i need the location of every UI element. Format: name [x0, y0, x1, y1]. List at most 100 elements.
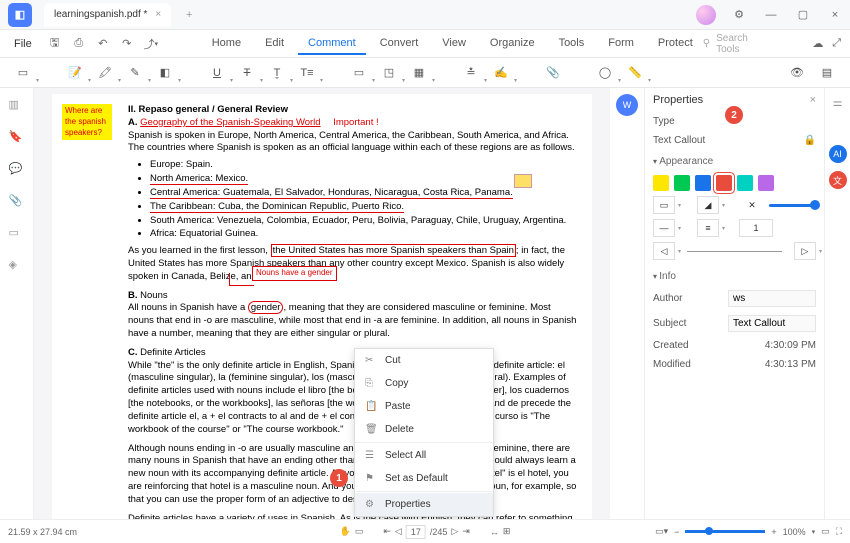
- close-tab-icon[interactable]: ×: [155, 9, 161, 20]
- stamp-tool-icon[interactable]: ≛▾: [458, 62, 484, 84]
- menu-edit[interactable]: Edit: [255, 33, 294, 55]
- no-fill-icon[interactable]: ✕: [741, 196, 763, 214]
- prev-page-icon[interactable]: ◁: [395, 526, 402, 537]
- comments-panel-icon[interactable]: ▤: [814, 62, 840, 84]
- ctx-set-default[interactable]: ⚑Set as Default: [355, 467, 493, 490]
- translate-badge-icon[interactable]: 文: [829, 171, 847, 189]
- page-input[interactable]: 17: [406, 525, 426, 539]
- lock-icon[interactable]: 🔒: [804, 135, 816, 146]
- swatch-red[interactable]: [716, 175, 732, 191]
- menu-view[interactable]: View: [432, 33, 476, 55]
- zoom-in-icon[interactable]: +: [771, 527, 776, 537]
- menu-organize[interactable]: Organize: [480, 33, 545, 55]
- undo-icon[interactable]: ↶: [92, 33, 114, 55]
- document-viewport[interactable]: Where arethe spanishspeakers? II. Repaso…: [34, 88, 610, 535]
- view-mode-icon[interactable]: ▭▾: [655, 526, 668, 537]
- text-callout-annotation[interactable]: Nouns have a gender: [252, 266, 337, 281]
- hand-tool-icon[interactable]: ✋: [340, 526, 351, 537]
- ctx-copy[interactable]: ⎘Copy: [355, 372, 493, 395]
- search-tools[interactable]: ⚲ Search Tools: [703, 33, 751, 55]
- area-highlight-icon[interactable]: ▦▾: [406, 62, 432, 84]
- thickness-picker[interactable]: ≡▾: [697, 219, 719, 237]
- swatch-purple[interactable]: [758, 175, 774, 191]
- minimize-button[interactable]: —: [756, 3, 786, 27]
- fill-color-picker[interactable]: ◢▾: [697, 196, 719, 214]
- pencil-tool-icon[interactable]: ✎▾: [122, 62, 148, 84]
- print-icon[interactable]: ⎙: [68, 33, 90, 55]
- underline-tool-icon[interactable]: U▾: [204, 62, 230, 84]
- bookmarks-icon[interactable]: 🔖: [9, 130, 25, 146]
- zoom-slider[interactable]: [685, 530, 765, 533]
- menu-form[interactable]: Form: [598, 33, 644, 55]
- attachments-icon[interactable]: 📎: [9, 194, 25, 210]
- first-page-icon[interactable]: ⇤: [383, 526, 391, 537]
- measure-tool-icon[interactable]: 📏▾: [622, 62, 648, 84]
- last-page-icon[interactable]: ⇥: [462, 526, 470, 537]
- ctx-select-all[interactable]: ☰Select All: [355, 444, 493, 467]
- menu-convert[interactable]: Convert: [370, 33, 429, 55]
- opacity-slider[interactable]: [769, 204, 816, 207]
- comments-list-icon[interactable]: 💬: [9, 162, 25, 178]
- attachment-tool-icon[interactable]: 📎: [540, 62, 566, 84]
- signature-tool-icon[interactable]: ✍▾: [488, 62, 514, 84]
- thumbnails-icon[interactable]: ▥: [9, 98, 25, 114]
- ai-badge-icon[interactable]: AI: [829, 145, 847, 163]
- menu-comment[interactable]: Comment: [298, 33, 366, 55]
- fullscreen-icon[interactable]: ⛶: [836, 526, 842, 537]
- subject-input[interactable]: [728, 315, 816, 332]
- file-menu[interactable]: File: [6, 38, 40, 50]
- close-panel-icon[interactable]: ×: [810, 94, 816, 106]
- thickness-value[interactable]: 1: [739, 219, 773, 237]
- border-color-picker[interactable]: ▭▾: [653, 196, 675, 214]
- add-tab-button[interactable]: +: [181, 7, 197, 23]
- section-appearance[interactable]: Appearance: [653, 150, 816, 171]
- ctx-paste[interactable]: 📋Paste: [355, 395, 493, 418]
- menu-protect[interactable]: Protect: [648, 33, 703, 55]
- expand-up-icon[interactable]: ⤢: [829, 33, 844, 55]
- fit-page-icon[interactable]: ⊞: [503, 526, 511, 537]
- fit-width-icon[interactable]: ↔: [490, 527, 499, 537]
- layers-icon[interactable]: ◈: [9, 258, 25, 274]
- save-icon[interactable]: 🖫: [44, 33, 66, 55]
- replace-tool-icon[interactable]: T≡▾: [294, 62, 320, 84]
- strikethrough-tool-icon[interactable]: T▾: [234, 62, 260, 84]
- author-input[interactable]: [728, 290, 816, 307]
- redo-icon[interactable]: ↷: [116, 33, 138, 55]
- share-dropdown-icon[interactable]: ⤴▾: [140, 33, 162, 55]
- sticky-note-icon[interactable]: [514, 174, 532, 188]
- ctx-cut[interactable]: ✂Cut: [355, 349, 493, 372]
- line-style-picker[interactable]: —▾: [653, 219, 675, 237]
- eraser-tool-icon[interactable]: ◧▾: [152, 62, 178, 84]
- close-window-button[interactable]: ×: [820, 3, 850, 27]
- assistant-orb-icon[interactable]: [696, 5, 716, 25]
- highlight-tool-icon[interactable]: 🖍▾: [92, 62, 118, 84]
- hide-comments-icon[interactable]: 👁: [784, 62, 810, 84]
- shapes-tool-icon[interactable]: ◯▾: [592, 62, 618, 84]
- start-arrow-picker[interactable]: ◁▾: [653, 242, 675, 260]
- next-page-icon[interactable]: ▷: [451, 526, 458, 537]
- cloud-icon[interactable]: ☁: [810, 33, 825, 55]
- document-tab[interactable]: learningspanish.pdf * ×: [44, 3, 171, 27]
- maximize-button[interactable]: ▢: [788, 3, 818, 27]
- section-info[interactable]: Info: [653, 265, 816, 286]
- ctx-delete[interactable]: 🗑Delete: [355, 418, 493, 441]
- select-tool-icon[interactable]: ▭▾: [10, 62, 36, 84]
- read-mode-icon[interactable]: ▭: [821, 526, 830, 537]
- caret-tool-icon[interactable]: T̬▾: [264, 62, 290, 84]
- textbox-tool-icon[interactable]: ▭▾: [346, 62, 372, 84]
- swatch-green[interactable]: [674, 175, 690, 191]
- menu-home[interactable]: Home: [202, 33, 251, 55]
- sliders-icon[interactable]: ⚌: [833, 96, 843, 109]
- menu-tools[interactable]: Tools: [549, 33, 595, 55]
- swatch-yellow[interactable]: [653, 175, 669, 191]
- highlight-note[interactable]: Where arethe spanishspeakers?: [62, 104, 112, 140]
- callout-tool-icon[interactable]: ◳▾: [376, 62, 402, 84]
- swatch-teal[interactable]: [737, 175, 753, 191]
- fields-icon[interactable]: ▭: [9, 226, 25, 242]
- zoom-value[interactable]: 100%: [783, 527, 806, 537]
- settings-icon[interactable]: ⚙: [724, 3, 754, 27]
- ctx-properties[interactable]: ⚙Properties: [355, 493, 493, 516]
- zoom-out-icon[interactable]: −: [674, 527, 679, 537]
- note-tool-icon[interactable]: 📝▾: [62, 62, 88, 84]
- end-arrow-picker[interactable]: ▷▾: [794, 242, 816, 260]
